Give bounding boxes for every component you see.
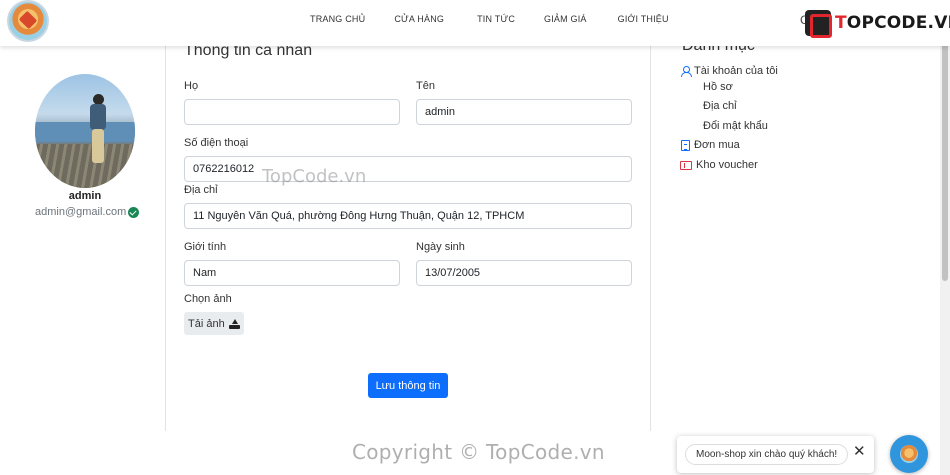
- save-info-button[interactable]: Lưu thông tin: [368, 373, 448, 398]
- avatar: [35, 74, 135, 188]
- menu-item-address-label: Địa chỉ: [703, 100, 737, 112]
- dob-label: Ngày sinh: [416, 241, 465, 253]
- main-nav: TRANG CHỦ CỬA HÀNG TIN TỨC GIẢM GIÁ GIỚI…: [310, 14, 669, 24]
- profile-email: admin@gmail.com: [35, 206, 127, 218]
- dob-field[interactable]: [416, 260, 632, 286]
- nav-link-store[interactable]: CỬA HÀNG: [394, 14, 444, 24]
- nav-link-about[interactable]: GIỚI THIỆU: [618, 14, 669, 24]
- page-scrollbar[interactable]: [940, 36, 950, 475]
- address-label: Địa chỉ: [184, 184, 218, 196]
- chat-popup: Moon-shop xin chào quý khách! ✕: [677, 436, 874, 473]
- menu-item-profile[interactable]: Hồ sơ: [703, 81, 733, 93]
- nav-link-home[interactable]: TRANG CHỦ: [310, 14, 365, 24]
- nav-link-news[interactable]: TIN TỨC: [477, 14, 515, 24]
- ticket-icon: [680, 160, 692, 170]
- menu-item-address[interactable]: Địa chỉ: [703, 100, 737, 112]
- verified-check-icon: [128, 206, 140, 218]
- user-icon: [681, 66, 692, 77]
- shop-logo[interactable]: [7, 0, 49, 42]
- center-watermark: TopCode.vn: [262, 166, 367, 187]
- menu-item-account-label: Tài khoản của tôi: [694, 65, 778, 77]
- first-name-label: Tên: [416, 80, 435, 92]
- upload-icon: [228, 318, 240, 329]
- gender-label: Giới tính: [184, 241, 227, 253]
- footer-watermark: Copyright © TopCode.vn: [352, 440, 605, 464]
- right-column-divider: [650, 46, 651, 431]
- upload-image-label: Tải ảnh: [188, 317, 225, 330]
- scrollbar-thumb[interactable]: [942, 39, 948, 281]
- close-icon[interactable]: ✕: [853, 442, 866, 460]
- gender-field[interactable]: [184, 260, 400, 286]
- profile-email-row: admin@gmail.com: [35, 206, 140, 218]
- menu-item-voucher[interactable]: Kho voucher: [680, 159, 758, 171]
- address-field[interactable]: [184, 203, 632, 229]
- watermark-brand: TOPCODE.VN: [835, 13, 950, 33]
- watermark-badge-icon: [805, 10, 832, 38]
- profile-name: admin: [68, 190, 102, 202]
- watermark-logo: TOPCODE.VN: [805, 10, 950, 38]
- first-name-field[interactable]: [416, 99, 632, 125]
- last-name-label: Họ: [184, 80, 199, 92]
- menu-item-change-password-label: Đổi mật khẩu: [703, 120, 768, 132]
- menu-item-account[interactable]: Tài khoản của tôi: [681, 65, 778, 77]
- clipboard-icon: [681, 139, 690, 151]
- last-name-field[interactable]: [184, 99, 400, 125]
- phone-field[interactable]: [184, 156, 632, 182]
- left-column-divider: [165, 46, 166, 431]
- choose-image-label: Chọn ảnh: [184, 293, 232, 305]
- menu-item-orders[interactable]: Đơn mua: [681, 139, 740, 151]
- menu-item-change-password[interactable]: Đổi mật khẩu: [703, 120, 768, 132]
- menu-item-voucher-label: Kho voucher: [696, 159, 758, 171]
- menu-item-orders-label: Đơn mua: [694, 139, 740, 151]
- nav-link-discount[interactable]: GIẢM GIÁ: [544, 14, 587, 24]
- chat-greeting[interactable]: Moon-shop xin chào quý khách!: [685, 444, 849, 465]
- upload-image-button[interactable]: Tải ảnh: [184, 312, 244, 335]
- phone-label: Số điện thoại: [184, 137, 249, 149]
- chat-launcher-button[interactable]: [890, 435, 928, 473]
- menu-item-profile-label: Hồ sơ: [703, 81, 733, 93]
